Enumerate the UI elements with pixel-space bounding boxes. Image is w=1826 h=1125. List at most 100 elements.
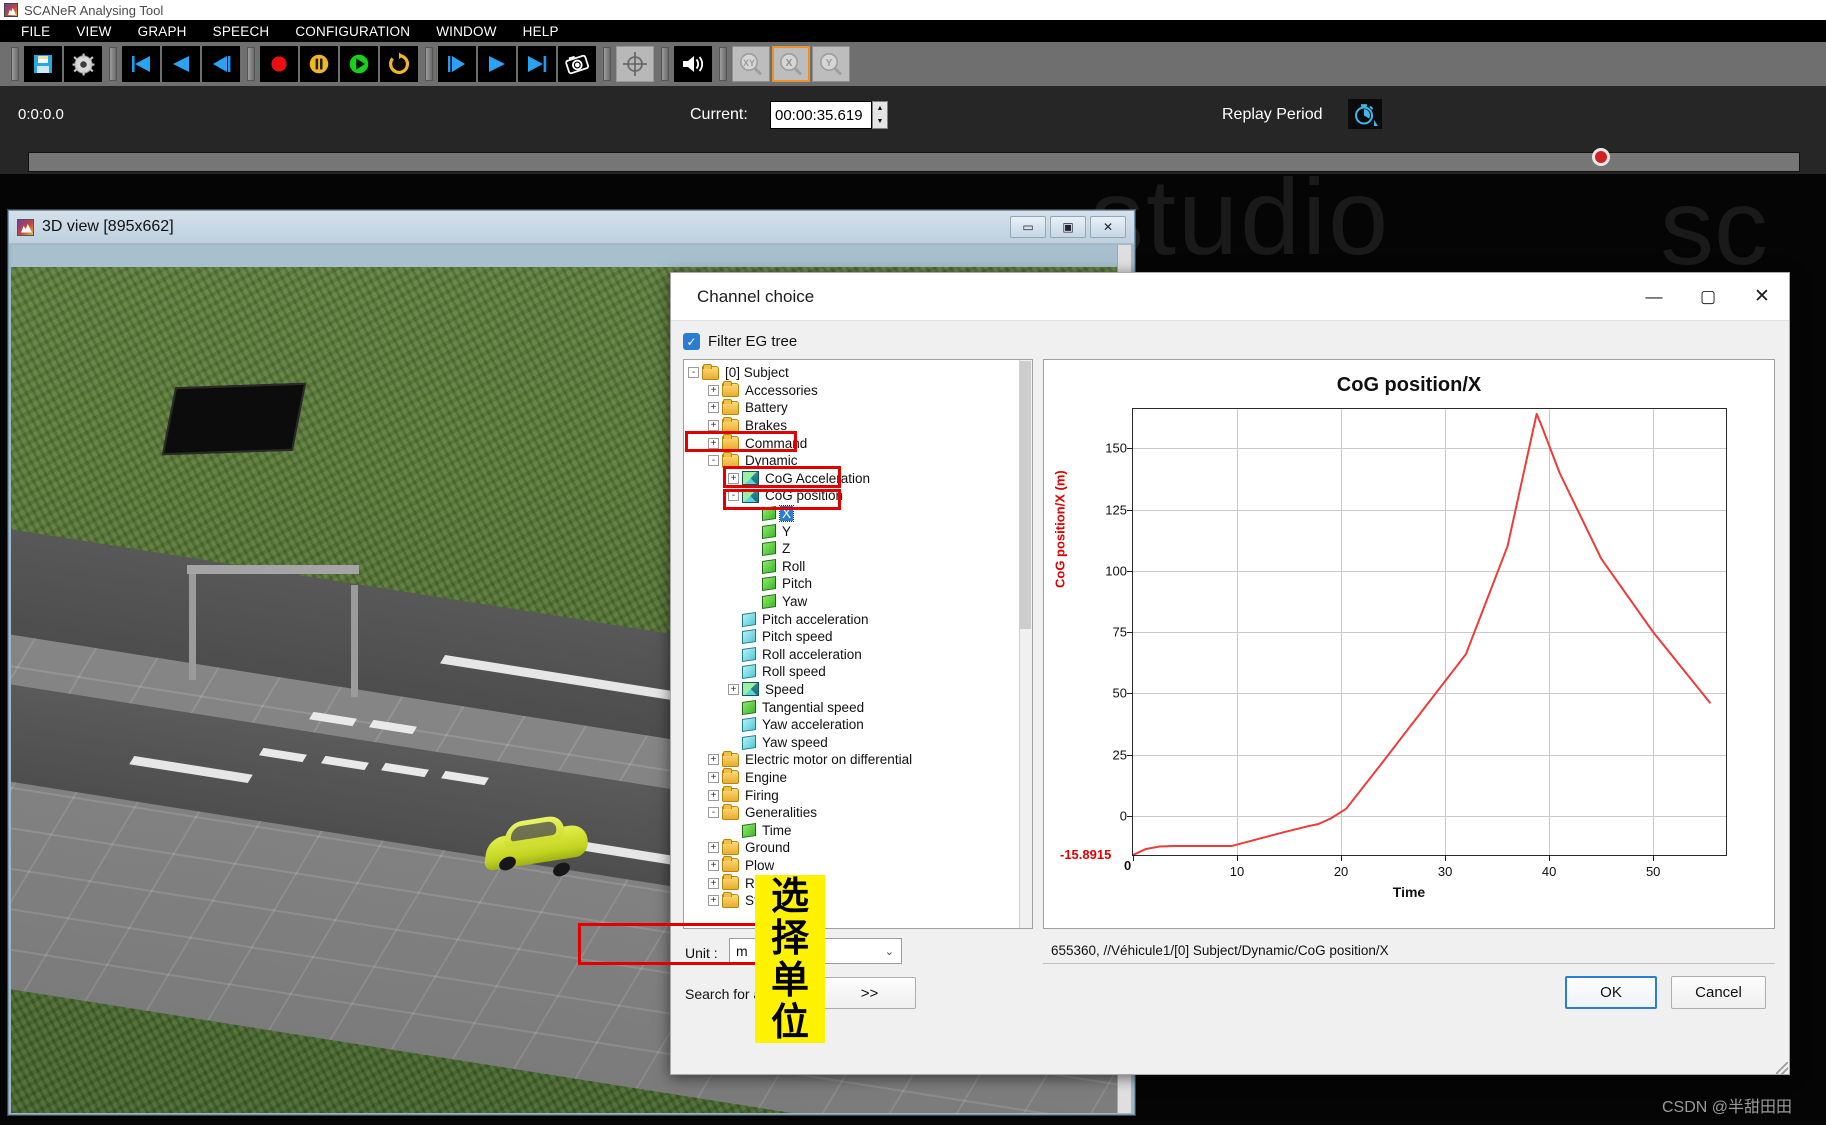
dialog-close-button[interactable]: ✕: [1735, 273, 1789, 320]
collapse-icon[interactable]: -: [708, 455, 719, 466]
tree-item-pitch-speed[interactable]: Pitch speed: [688, 628, 1018, 646]
current-time-stepper[interactable]: ▲ ▼: [872, 101, 888, 129]
tree-item-yaw-acceleration[interactable]: Yaw acceleration: [688, 716, 1018, 734]
view3d-close-button[interactable]: ✕: [1090, 216, 1126, 238]
expand-icon[interactable]: +: [708, 385, 719, 396]
search-channel-button[interactable]: >>: [823, 977, 916, 1009]
zoom-xy-button[interactable]: XY: [732, 46, 770, 82]
tree-item-pitch[interactable]: Pitch: [688, 575, 1018, 593]
tree-item-electric-motor-on-differential[interactable]: +Electric motor on differential: [688, 751, 1018, 769]
view3d-minimize-button[interactable]: ▭: [1010, 216, 1046, 238]
fast-forward-button[interactable]: [478, 46, 516, 82]
frame-back-button[interactable]: [202, 46, 240, 82]
step-back-button[interactable]: [162, 46, 200, 82]
expand-icon[interactable]: +: [708, 878, 719, 889]
menu-item-window[interactable]: WINDOW: [423, 22, 509, 41]
expand-icon[interactable]: +: [728, 684, 739, 695]
menu-item-view[interactable]: VIEW: [63, 22, 124, 41]
pause-button[interactable]: [300, 46, 338, 82]
frame-forward-button[interactable]: [438, 46, 476, 82]
crosshair-button[interactable]: [616, 46, 654, 82]
filter-eg-tree-row[interactable]: ✓ Filter EG tree: [683, 333, 797, 350]
expand-icon[interactable]: +: [708, 754, 719, 765]
tree-item-roll[interactable]: Roll: [688, 558, 1018, 576]
tree-item-plow[interactable]: +Plow: [688, 857, 1018, 875]
expand-icon[interactable]: +: [708, 842, 719, 853]
menubar[interactable]: FILE VIEW GRAPH SPEECH CONFIGURATION WIN…: [0, 20, 1826, 42]
tree-vertical-scrollbar[interactable]: [1019, 360, 1032, 928]
channel-tree[interactable]: -[0] Subject+Accessories+Battery+Brakes+…: [683, 359, 1033, 929]
expand-icon[interactable]: +: [728, 473, 739, 484]
ok-button[interactable]: OK: [1565, 976, 1657, 1009]
filter-eg-tree-checkbox[interactable]: ✓: [683, 333, 700, 350]
tree-item-battery[interactable]: +Battery: [688, 399, 1018, 417]
zoom-y-button[interactable]: Y: [812, 46, 850, 82]
cancel-button[interactable]: Cancel: [1671, 976, 1766, 1009]
dialog-resize-grip[interactable]: [1776, 1062, 1788, 1074]
current-time-input[interactable]: 00:00:35.619: [770, 101, 872, 129]
tree-item-cog-position[interactable]: -CoG position: [688, 487, 1018, 505]
tree-scrollbar-thumb[interactable]: [1020, 361, 1031, 629]
tree-item-tangential-speed[interactable]: Tangential speed: [688, 698, 1018, 716]
settings-button[interactable]: [64, 46, 102, 82]
zoom-x-button[interactable]: X: [772, 46, 810, 82]
expand-icon[interactable]: +: [708, 790, 719, 801]
stepper-up[interactable]: ▲: [873, 102, 887, 115]
tree-item-cog-acceleration[interactable]: +CoG Acceleration: [688, 470, 1018, 488]
tree-item-dynamic[interactable]: -Dynamic: [688, 452, 1018, 470]
view3d-titlebar[interactable]: 3D view [895x662] ▭ ▣ ✕: [9, 211, 1134, 244]
toolbar-grip-7[interactable]: [719, 47, 727, 81]
dialog-minimize-button[interactable]: —: [1627, 273, 1681, 320]
expand-icon[interactable]: +: [708, 438, 719, 449]
sound-button[interactable]: [674, 46, 712, 82]
timeline-slider[interactable]: [28, 152, 1800, 172]
record-button[interactable]: [260, 46, 298, 82]
timeline-position-marker[interactable]: [1592, 148, 1610, 166]
view3d-restore-button[interactable]: ▣: [1050, 216, 1086, 238]
tree-item-roll-acceleration[interactable]: Roll acceleration: [688, 646, 1018, 664]
collapse-icon[interactable]: -: [728, 490, 739, 501]
replay-period-button[interactable]: [1348, 99, 1382, 129]
menu-item-speech[interactable]: SPEECH: [200, 22, 283, 41]
loop-button[interactable]: [380, 46, 418, 82]
expand-icon[interactable]: +: [708, 402, 719, 413]
tree-item-steering[interactable]: +Steering: [688, 892, 1018, 910]
play-button[interactable]: [340, 46, 378, 82]
toolbar-grip-1[interactable]: [11, 47, 19, 81]
tree-item-time[interactable]: Time: [688, 821, 1018, 839]
tree-item-yaw-speed[interactable]: Yaw speed: [688, 733, 1018, 751]
menu-item-graph[interactable]: GRAPH: [125, 22, 200, 41]
tree-item-engine[interactable]: +Engine: [688, 769, 1018, 787]
expand-icon[interactable]: +: [708, 772, 719, 783]
save-button[interactable]: [24, 46, 62, 82]
stepper-down[interactable]: ▼: [873, 115, 887, 128]
menu-item-file[interactable]: FILE: [8, 22, 63, 41]
tree-item-command[interactable]: +Command: [688, 434, 1018, 452]
snapshot-button[interactable]: [558, 46, 596, 82]
dialog-maximize-button[interactable]: ▢: [1681, 273, 1735, 320]
dialog-titlebar[interactable]: Channel choice — ▢ ✕: [671, 273, 1789, 321]
tree-item-x[interactable]: X: [688, 505, 1018, 523]
toolbar-grip-5[interactable]: [603, 47, 611, 81]
toolbar-grip-6[interactable]: [661, 47, 669, 81]
tree-item-y[interactable]: Y: [688, 522, 1018, 540]
tree-item-accessories[interactable]: +Accessories: [688, 382, 1018, 400]
tree-item-generalities[interactable]: -Generalities: [688, 804, 1018, 822]
tree-item-roll-speed[interactable]: Roll speed: [688, 663, 1018, 681]
tree-item-ground[interactable]: +Ground: [688, 839, 1018, 857]
toolbar-grip-2[interactable]: [109, 47, 117, 81]
tree-item-firing[interactable]: +Firing: [688, 786, 1018, 804]
menu-item-configuration[interactable]: CONFIGURATION: [282, 22, 423, 41]
chart-plot-area[interactable]: 10203040500255075100125150: [1132, 408, 1727, 856]
jump-to-end-button[interactable]: [518, 46, 556, 82]
tree-item-yaw[interactable]: Yaw: [688, 593, 1018, 611]
expand-icon[interactable]: +: [708, 860, 719, 871]
expand-icon[interactable]: +: [708, 420, 719, 431]
tree-item-speed[interactable]: +Speed: [688, 681, 1018, 699]
tree-item-road-logic[interactable]: +Road logic: [688, 874, 1018, 892]
tree-item-pitch-acceleration[interactable]: Pitch acceleration: [688, 610, 1018, 628]
tree-item-0-subject[interactable]: -[0] Subject: [688, 364, 1018, 382]
tree-item-brakes[interactable]: +Brakes: [688, 417, 1018, 435]
tree-item-z[interactable]: Z: [688, 540, 1018, 558]
collapse-icon[interactable]: -: [688, 367, 699, 378]
